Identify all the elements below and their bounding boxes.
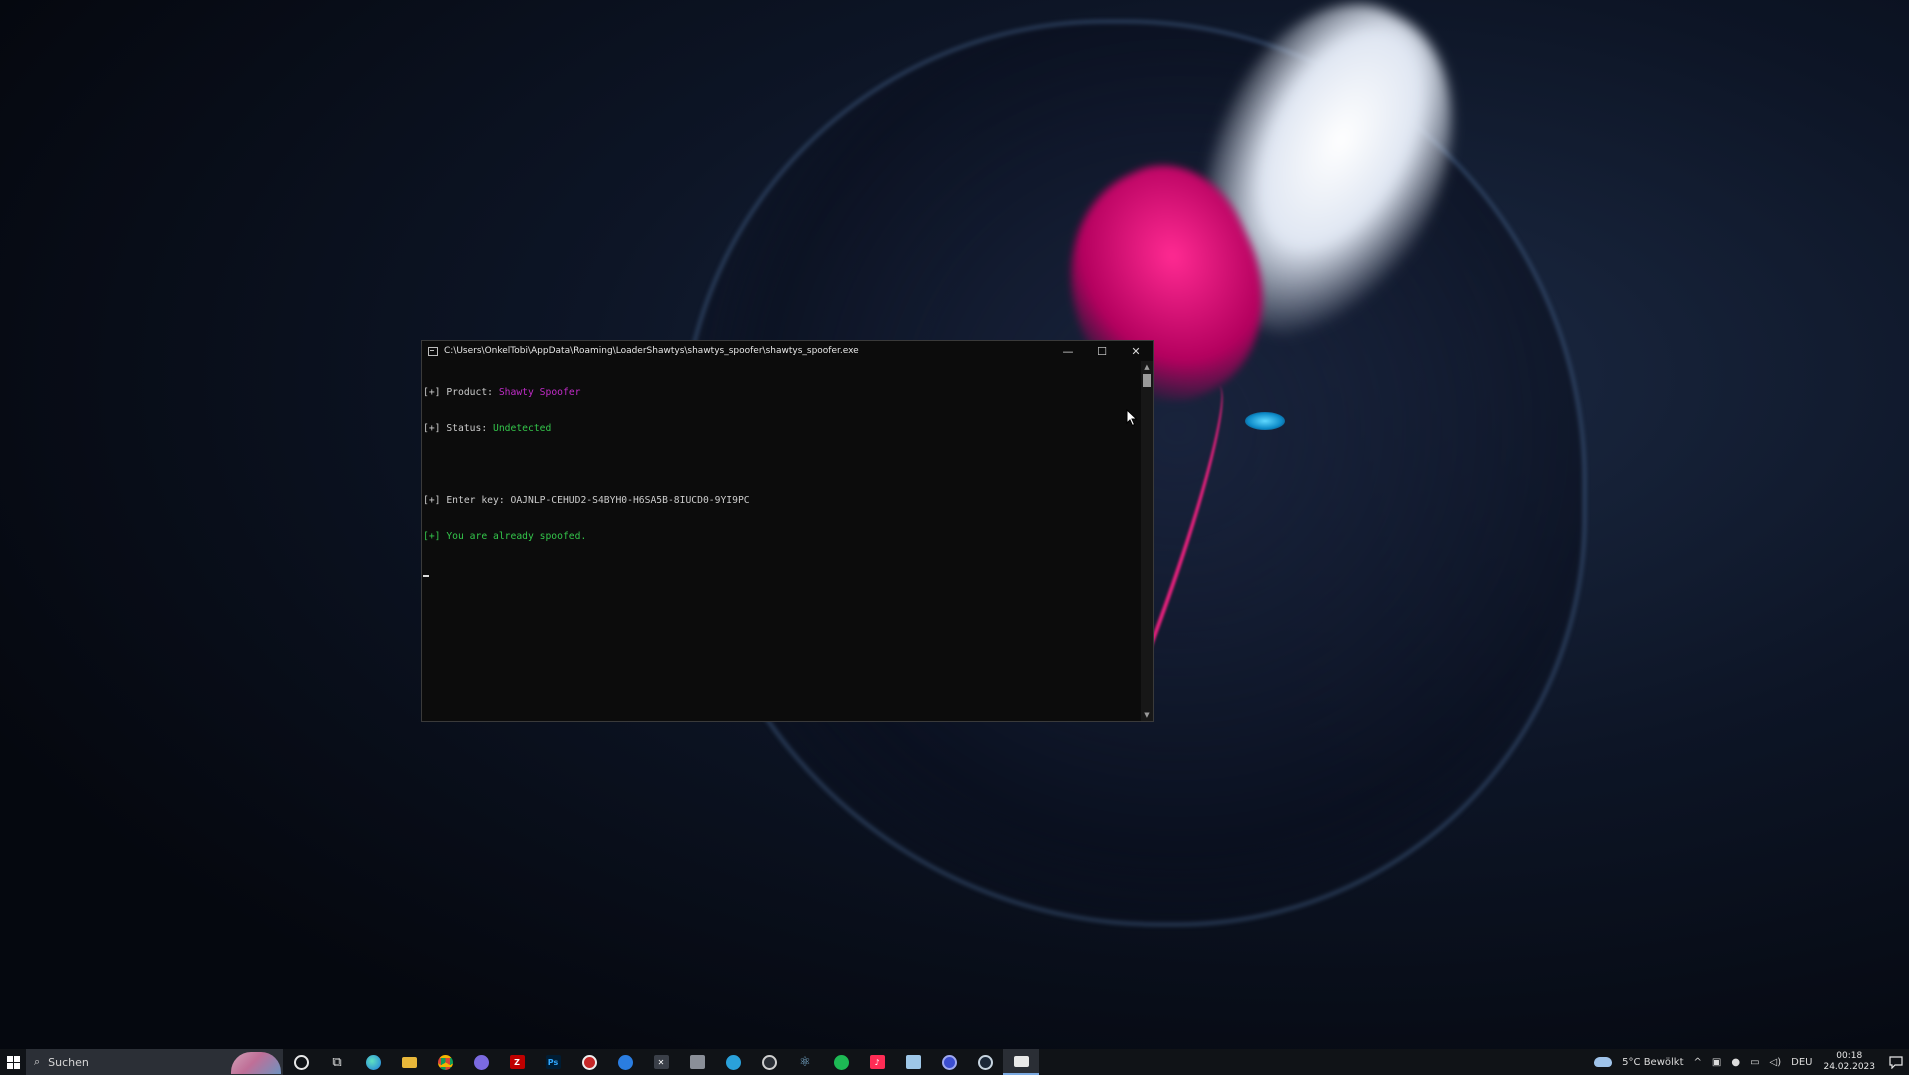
notepad-icon[interactable] xyxy=(895,1049,931,1075)
app-gray-icon[interactable] xyxy=(679,1049,715,1075)
maximize-button[interactable]: ☐ xyxy=(1085,341,1119,361)
notification-center-icon[interactable] xyxy=(1883,1055,1909,1069)
app-globe-icon[interactable] xyxy=(931,1049,967,1075)
app-red-icon[interactable] xyxy=(571,1049,607,1075)
console-title-bar[interactable]: C:\Users\OnkelTobi\AppData\Roaming\Loade… xyxy=(422,341,1153,361)
scroll-down-arrow-icon[interactable]: ▼ xyxy=(1141,709,1153,721)
console-window-title: C:\Users\OnkelTobi\AppData\Roaming\Loade… xyxy=(444,346,859,356)
console-window-icon xyxy=(428,346,438,356)
system-tray: 5°C Bewölkt ^ ▣ ● ▭ ◁) DEU 00:18 24.02.2… xyxy=(1594,1049,1909,1075)
cloud-icon[interactable] xyxy=(1594,1057,1613,1067)
camera-icon[interactable]: ▣ xyxy=(1712,1057,1721,1068)
task-view-icon[interactable]: ⧉ xyxy=(319,1049,355,1075)
language-indicator[interactable]: DEU xyxy=(1791,1057,1812,1068)
console-app-icon[interactable] xyxy=(1003,1049,1039,1075)
console-line-product: [+] Product: Shawty Spoofer xyxy=(423,387,1141,399)
message-icon xyxy=(1889,1055,1903,1069)
search-placeholder: Suchen xyxy=(48,1055,89,1069)
desktop: C:\Users\OnkelTobi\AppData\Roaming\Loade… xyxy=(0,0,1909,1075)
network-icon[interactable]: ▭ xyxy=(1750,1057,1759,1068)
status-value: Undetected xyxy=(493,423,552,434)
console-scrollbar[interactable]: ▲ ▼ xyxy=(1141,361,1153,721)
microphone-icon[interactable]: ● xyxy=(1731,1057,1740,1068)
filezilla-icon[interactable]: Z xyxy=(499,1049,535,1075)
search-icon: ⌕ xyxy=(34,1055,41,1068)
volume-icon[interactable]: ◁) xyxy=(1770,1057,1782,1068)
app-kraken-icon[interactable]: ✕ xyxy=(643,1049,679,1075)
minimize-button[interactable]: — xyxy=(1051,341,1085,361)
text-cursor xyxy=(423,575,429,577)
file-explorer-icon[interactable] xyxy=(391,1049,427,1075)
spotify-icon[interactable] xyxy=(823,1049,859,1075)
taskbar: ⌕ Suchen ⧉ Z Ps ✕ ⚛ ♪ 5°C Bewölkt ^ ▣ ● xyxy=(0,1049,1909,1075)
weather-text[interactable]: 5°C Bewölkt xyxy=(1622,1057,1683,1068)
tiktok-icon[interactable]: ♪ xyxy=(859,1049,895,1075)
console-output[interactable]: [+] Product: Shawty Spoofer [+] Status: … xyxy=(422,361,1141,721)
console-line-key: [+] Enter key: OAJNLP-CEHUD2-S4BYH0-H6SA… xyxy=(423,495,750,506)
product-prefix: [+] Product: xyxy=(423,387,499,398)
scroll-up-arrow-icon[interactable]: ▲ xyxy=(1141,361,1153,373)
chevron-up-icon[interactable]: ^ xyxy=(1694,1057,1702,1068)
chrome-icon[interactable] xyxy=(427,1049,463,1075)
windows-logo-icon xyxy=(6,1055,20,1069)
clock[interactable]: 00:18 24.02.2023 xyxy=(1823,1051,1875,1073)
clock-date: 24.02.2023 xyxy=(1823,1062,1875,1072)
product-value: Shawty Spoofer xyxy=(498,387,581,398)
start-button[interactable] xyxy=(0,1049,26,1075)
mouse-pointer-icon xyxy=(1126,409,1138,427)
cortana-icon[interactable] xyxy=(283,1049,319,1075)
app-clock-icon[interactable] xyxy=(751,1049,787,1075)
close-button[interactable]: ✕ xyxy=(1119,341,1153,361)
console-line-spoofed: [+] You are already spoofed. xyxy=(423,531,587,542)
discord-icon[interactable] xyxy=(463,1049,499,1075)
scrollbar-thumb[interactable] xyxy=(1143,374,1151,387)
clock-time: 00:18 xyxy=(1836,1051,1863,1061)
console-window[interactable]: C:\Users\OnkelTobi\AppData\Roaming\Loade… xyxy=(421,340,1154,722)
edge-icon[interactable] xyxy=(355,1049,391,1075)
wallpaper-eye xyxy=(1245,412,1285,430)
telegram-icon[interactable] xyxy=(715,1049,751,1075)
console-line-status: [+] Status: Undetected xyxy=(423,423,1141,435)
status-prefix: [+] Status: xyxy=(423,423,493,434)
steam-icon[interactable] xyxy=(967,1049,1003,1075)
taskbar-search-box[interactable]: ⌕ Suchen xyxy=(26,1049,283,1075)
search-highlight-image xyxy=(231,1052,281,1074)
atom-icon[interactable]: ⚛ xyxy=(787,1049,823,1075)
app-blue-icon[interactable] xyxy=(607,1049,643,1075)
photoshop-icon[interactable]: Ps xyxy=(535,1049,571,1075)
